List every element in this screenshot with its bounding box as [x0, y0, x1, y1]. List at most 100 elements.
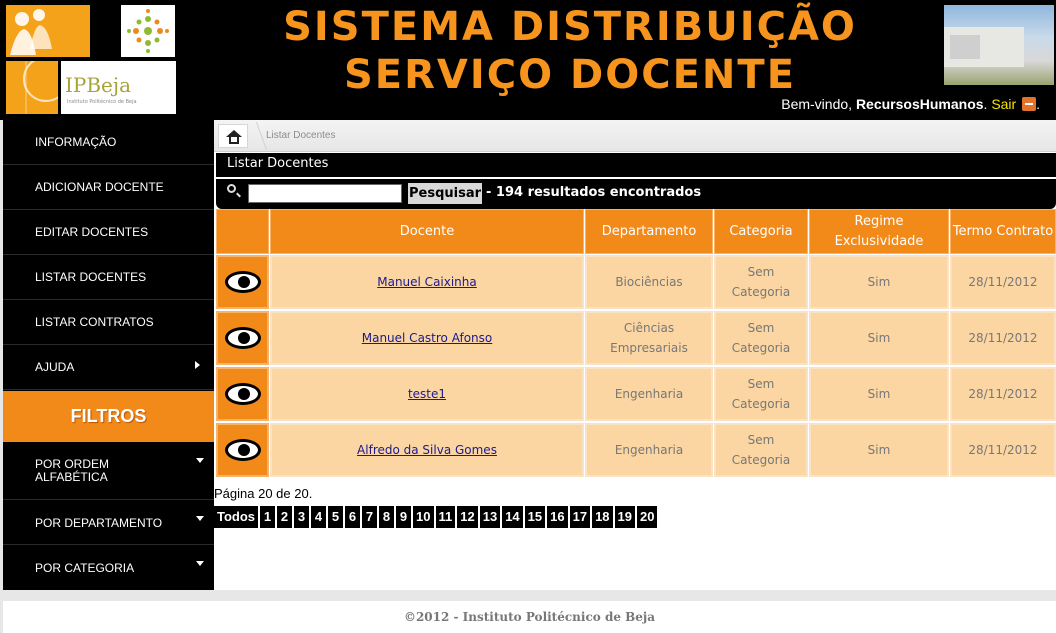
eye-icon — [224, 271, 261, 293]
filter-label: POR ORDEM ALFABÉTICA — [35, 457, 110, 484]
chevron-right-icon — [195, 361, 200, 369]
page-button[interactable]: 7 — [362, 506, 378, 528]
welcome-message: Bem-vindo, RecursosHumanos. Sair . — [781, 96, 1040, 112]
eye-icon — [224, 439, 261, 461]
results-count: - 194 resultados encontrados — [486, 185, 702, 200]
cell-docente: teste1 — [270, 367, 584, 421]
page-button[interactable]: 15 — [524, 506, 546, 528]
breadcrumb: Listar Docentes — [214, 120, 1056, 152]
cell-termo: 28/11/2012 — [950, 423, 1056, 477]
cell-categoria: Sem Categoria — [714, 367, 808, 421]
page-button[interactable]: 10 — [413, 506, 434, 528]
table-row: teste1 Engenharia Sem Categoria Sim 28/1… — [214, 367, 1056, 421]
cell-departamento: Engenharia — [585, 423, 713, 477]
cell-regime: Sim — [809, 367, 949, 421]
column-header-docente[interactable]: Docente — [270, 209, 584, 254]
page-button[interactable]: 8 — [379, 506, 395, 528]
page-button[interactable]: 9 — [396, 506, 412, 528]
page-button[interactable]: 5 — [328, 506, 344, 528]
page-button[interactable]: 12 — [457, 506, 478, 528]
cell-docente: Manuel Caixinha — [270, 255, 584, 309]
page-button[interactable]: 20 — [637, 506, 658, 528]
table-row: Manuel Caixinha Biociências Sem Categori… — [214, 255, 1056, 309]
view-button[interactable] — [216, 367, 269, 421]
page-button[interactable]: 2 — [277, 506, 293, 528]
logo-people-tile — [6, 5, 90, 57]
cell-departamento: Ciências Empresariais — [585, 311, 713, 365]
circle-lines-icon — [23, 56, 69, 114]
logout-link[interactable]: Sair — [991, 96, 1016, 112]
docente-link[interactable]: Manuel Caixinha — [377, 272, 477, 292]
sidebar-item-listar-docentes[interactable]: LISTAR DOCENTES — [3, 255, 214, 300]
breadcrumb-current: Listar Docentes — [266, 130, 336, 141]
sidebar-item-label: LISTAR CONTRATOS — [35, 315, 154, 329]
dots-icon — [127, 9, 169, 53]
list-title: Listar Docentes — [216, 153, 1056, 177]
filter-category[interactable]: POR CATEGORIA — [3, 545, 214, 590]
home-icon[interactable] — [218, 124, 248, 148]
cell-regime: Sim — [809, 255, 949, 309]
logo-text: IPBeja — [65, 73, 132, 97]
cell-departamento: Biociências — [585, 255, 713, 309]
view-button[interactable] — [216, 255, 269, 309]
welcome-prefix: Bem-vindo, — [781, 96, 856, 112]
logo-dots-tile — [121, 5, 175, 57]
building-photo — [944, 5, 1054, 85]
docente-link[interactable]: teste1 — [408, 384, 446, 404]
cell-regime: Sim — [809, 423, 949, 477]
breadcrumb-separator — [244, 122, 268, 150]
eye-icon — [224, 327, 261, 349]
view-button[interactable] — [216, 311, 269, 365]
filter-alphabetical[interactable]: POR ORDEM ALFABÉTICA — [3, 442, 214, 500]
page-title-line1: SISTEMA DISTRIBUIÇÃO — [283, 4, 857, 50]
filter-label: POR DEPARTAMENTO — [35, 516, 163, 530]
app-root: IPBeja Instituto Politécnico de Beja SIS… — [0, 0, 1056, 633]
cell-categoria: Sem Categoria — [714, 423, 808, 477]
chevron-down-icon — [196, 561, 204, 566]
docente-link[interactable]: Alfredo da Silva Gomes — [357, 440, 497, 460]
page-button[interactable]: 14 — [502, 506, 523, 528]
column-header-view — [216, 209, 269, 254]
page-button[interactable]: 16 — [547, 506, 568, 528]
cell-docente: Manuel Castro Afonso — [270, 311, 584, 365]
sidebar-item-editar-docentes[interactable]: EDITAR DOCENTES — [3, 210, 214, 255]
page-button[interactable]: 17 — [569, 506, 591, 528]
logo-ipbeja: IPBeja Instituto Politécnico de Beja — [61, 61, 176, 114]
column-header-departamento[interactable]: Departamento — [585, 209, 713, 254]
sidebar-item-label: AJUDA — [35, 360, 75, 374]
header: IPBeja Instituto Politécnico de Beja SIS… — [0, 0, 1056, 120]
column-header-termo[interactable]: Termo Contrato — [950, 209, 1056, 254]
sidebar-item-ajuda[interactable]: AJUDA — [3, 345, 214, 390]
column-header-regime[interactable]: Regime Exclusividade — [809, 209, 949, 254]
sidebar-item-adicionar-docente[interactable]: ADICIONAR DOCENTE — [3, 165, 214, 210]
logo-circle-tile — [6, 56, 69, 114]
footer: ©2012 - Instituto Politécnico de Beja — [3, 601, 1056, 633]
sidebar-item-informacao[interactable]: INFORMAÇÃO — [3, 120, 214, 165]
search-button[interactable]: Pesquisar — [408, 183, 482, 204]
page-button-all[interactable]: Todos — [214, 506, 259, 528]
view-button[interactable] — [216, 423, 269, 477]
chevron-down-icon — [196, 458, 204, 463]
logout-icon[interactable] — [1022, 97, 1037, 111]
sidebar-item-listar-contratos[interactable]: LISTAR CONTRATOS — [3, 300, 214, 345]
page-button[interactable]: 6 — [345, 506, 361, 528]
docente-link[interactable]: Manuel Castro Afonso — [362, 328, 493, 348]
sidebar-item-label: ADICIONAR DOCENTE — [35, 180, 164, 194]
page-button[interactable]: 4 — [311, 506, 327, 528]
filter-label: POR CATEGORIA — [35, 561, 135, 575]
page-button[interactable]: 3 — [294, 506, 310, 528]
page-button[interactable]: 18 — [592, 506, 613, 528]
column-header-categoria[interactable]: Categoria — [714, 209, 808, 254]
page-button[interactable]: 11 — [435, 506, 456, 528]
building-sign — [950, 35, 980, 59]
search-bar: Pesquisar - 194 resultados encontrados — [216, 179, 1056, 209]
search-icon — [227, 184, 236, 193]
page-button[interactable]: 1 — [260, 506, 276, 528]
page-button[interactable]: 19 — [614, 506, 635, 528]
search-input[interactable] — [248, 184, 402, 203]
home-body — [229, 136, 239, 144]
filters-heading: FILTROS — [3, 391, 214, 442]
welcome-end: . — [1036, 96, 1040, 112]
filter-department[interactable]: POR DEPARTAMENTO — [3, 500, 214, 545]
page-button[interactable]: 13 — [479, 506, 501, 528]
